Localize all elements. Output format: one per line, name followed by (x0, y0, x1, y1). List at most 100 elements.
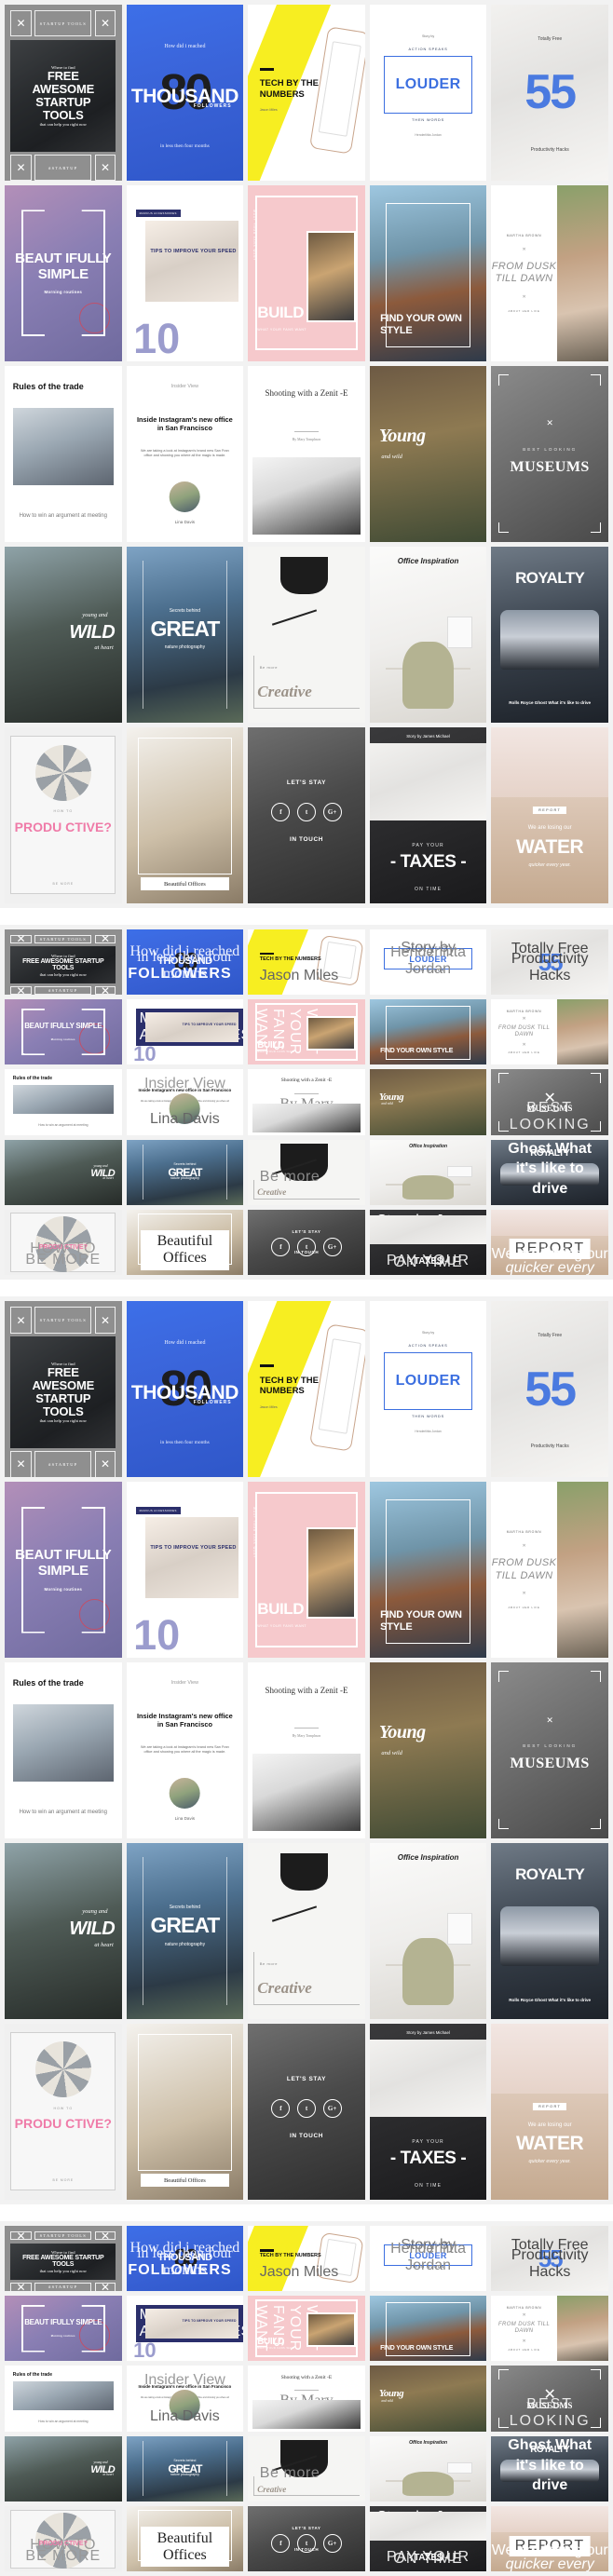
template-card-office-inspiration[interactable]: Office Inspiration (369, 1139, 487, 1205)
template-card-80-thousand[interactable]: How did i reached 80 THOUSAND FOLLOWERS in l… (126, 1301, 244, 1478)
template-card-best-looking-museums[interactable]: ✕ BEST LOOKING MUSEUMS (491, 2366, 608, 2432)
template-card-find-your-own-style[interactable]: FIND YOUR OWN STYLE (369, 2296, 487, 2362)
facebook-icon[interactable]: f (271, 802, 291, 821)
template-card-great-nature-photography[interactable]: Secrets behind GREAT nature photography (126, 1842, 244, 2019)
template-card-louder[interactable]: Story by ACTION SPEAKS LOUDER THEN WORDS… (369, 2225, 487, 2292)
template-card-55-productivity[interactable]: Totally Free 55 Productivity Hacks (491, 1301, 608, 1478)
template-card-be-more-creative[interactable]: Be more Creative (248, 1842, 365, 2019)
template-card-80-thousand[interactable]: How did i reached 80 THOUSAND FOLLOWERS in l… (126, 5, 244, 181)
template-card-office-inspiration[interactable]: Office Inspiration (369, 2435, 487, 2502)
template-card-royalty-rolls-royce[interactable]: ROYALTY Rolls Royce Ghost What it's like… (491, 546, 608, 723)
template-card-wild-at-heart[interactable]: young and WILD at heart (5, 546, 122, 723)
template-card-pay-your-taxes[interactable]: Story by James MichaelPAY YOUR- TAXES -O… (369, 726, 487, 903)
template-card-inside-instagram-office[interactable]: Insider View Inside Instagram's new offic… (126, 1069, 244, 1135)
template-card-pay-your-taxes[interactable]: Story by James MichaelPAY YOUR- TAXES -O… (369, 2023, 487, 2200)
template-card-tech-by-the-numbers[interactable]: TECH BY THE NUMBERS Jason Miles (248, 5, 365, 181)
template-card-80-thousand[interactable]: How did i reached 80 THOUSAND FOLLOWERS in l… (126, 2225, 244, 2292)
template-card-young-and-wild[interactable]: Young and wild (369, 1661, 487, 1838)
template-card-louder[interactable]: Story by ACTION SPEAKS LOUDER THEN WORDS… (369, 5, 487, 181)
template-card-how-to-productive[interactable]: HOW TO PRODU CTIVE? BE MORE (5, 2506, 122, 2572)
template-card-55-productivity[interactable]: Totally Free 55 Productivity Hacks (491, 2225, 608, 2292)
template-card-55-productivity[interactable]: Totally Free 55 Productivity Hacks (491, 5, 608, 181)
template-card-find-your-own-style[interactable]: FIND YOUR OWN STYLE (369, 184, 487, 361)
template-card-losing-our-water[interactable]: REPORT We are losing our WATER quicker ever… (491, 1209, 608, 1276)
template-card-10-tips-speed[interactable]: MARCUS ACCESSORIESTIPS TO IMPROVE YOUR S… (126, 2296, 244, 2362)
template-card-best-looking-museums[interactable]: ✕ BEST LOOKING MUSEUMS (491, 1661, 608, 1838)
template-card-from-dusk-till-dawn[interactable]: MARTHA BROWN ✕ FROM DUSK TILL DAWN ✕ ABO… (491, 2296, 608, 2362)
template-card-pay-your-taxes[interactable]: Story by James MichaelPAY YOUR- TAXES -O… (369, 1209, 487, 1276)
template-card-royalty-rolls-royce[interactable]: ROYALTY Rolls Royce Ghost What it's like… (491, 1842, 608, 2019)
template-card-startup-tools[interactable]: ✕ STARTUP TOOLS ✕ Where to find FREE AWE… (5, 1301, 122, 1478)
template-card-lets-stay-in-touch[interactable]: LET'S STAY f t G+ IN TOUCH (248, 726, 365, 903)
template-card-beautiful-offices[interactable]: Beautiful Offices (126, 2023, 244, 2200)
template-card-build[interactable]: WHAT YOUR FANS WANT BUILDWHAT YOUR FANS … (248, 184, 365, 361)
template-card-be-more-creative[interactable]: Be more Creative (248, 546, 365, 723)
template-card-office-inspiration[interactable]: Office Inspiration (369, 546, 487, 723)
template-card-beautifully-simple[interactable]: BEAUT IFULLY SIMPLE Morning routines (5, 2296, 122, 2362)
template-card-beautifully-simple[interactable]: BEAUT IFULLY SIMPLE Morning routines (5, 998, 122, 1065)
template-card-build[interactable]: WHAT YOUR FANS WANT BUILDWHAT YOUR FANS … (248, 998, 365, 1065)
template-card-royalty-rolls-royce[interactable]: ROYALTY Rolls Royce Ghost What it's like… (491, 1139, 608, 1205)
template-card-beautifully-simple[interactable]: BEAUT IFULLY SIMPLE Morning routines (5, 1482, 122, 1658)
template-card-losing-our-water[interactable]: REPORT We are losing our WATER quicker ever… (491, 726, 608, 903)
template-card-startup-tools[interactable]: ✕ STARTUP TOOLS ✕ Where to find FREE AWE… (5, 2225, 122, 2292)
twitter-icon[interactable]: t (296, 2099, 317, 2119)
template-card-great-nature-photography[interactable]: Secrets behind GREAT nature photography (126, 2435, 244, 2502)
template-card-shooting-zenit-e[interactable]: Shooting with a Zenit -E By Mary Tomphso… (248, 1661, 365, 1838)
template-card-how-to-productive[interactable]: HOW TO PRODU CTIVE? BE MORE (5, 726, 122, 903)
template-card-inside-instagram-office[interactable]: Insider View Inside Instagram's new offic… (126, 1661, 244, 1838)
template-card-find-your-own-style[interactable]: FIND YOUR OWN STYLE (369, 1482, 487, 1658)
template-card-tech-by-the-numbers[interactable]: TECH BY THE NUMBERS Jason Miles (248, 1301, 365, 1478)
template-card-10-tips-speed[interactable]: MARCUS ACCESSORIESTIPS TO IMPROVE YOUR S… (126, 998, 244, 1065)
template-card-royalty-rolls-royce[interactable]: ROYALTY Rolls Royce Ghost What it's like… (491, 2435, 608, 2502)
google-plus-icon[interactable]: G+ (322, 2099, 342, 2119)
template-card-losing-our-water[interactable]: REPORT We are losing our WATER quicker ever… (491, 2023, 608, 2200)
template-card-louder[interactable]: Story by ACTION SPEAKS LOUDER THEN WORDS… (369, 929, 487, 995)
template-card-be-more-creative[interactable]: Be more Creative (248, 2435, 365, 2502)
template-card-pay-your-taxes[interactable]: Story by James MichaelPAY YOUR- TAXES -O… (369, 2506, 487, 2572)
template-card-find-your-own-style[interactable]: FIND YOUR OWN STYLE (369, 998, 487, 1065)
template-card-best-looking-museums[interactable]: ✕ BEST LOOKING MUSEUMS (491, 365, 608, 542)
template-card-how-to-productive[interactable]: HOW TO PRODU CTIVE? BE MORE (5, 1209, 122, 1276)
template-card-rules-of-the-trade[interactable]: Rules of the trade How to win an argumen… (5, 1661, 122, 1838)
template-card-10-tips-speed[interactable]: MARCUS ACCESSORIESTIPS TO IMPROVE YOUR S… (126, 1482, 244, 1658)
template-card-55-productivity[interactable]: Totally Free 55 Productivity Hacks (491, 929, 608, 995)
template-card-from-dusk-till-dawn[interactable]: MARTHA BROWN ✕ FROM DUSK TILL DAWN ✕ ABO… (491, 998, 608, 1065)
template-card-best-looking-museums[interactable]: ✕ BEST LOOKING MUSEUMS (491, 1069, 608, 1135)
template-card-beautiful-offices[interactable]: Beautiful Offices (126, 1209, 244, 1276)
template-card-great-nature-photography[interactable]: Secrets behind GREAT nature photography (126, 1139, 244, 1205)
template-card-young-and-wild[interactable]: Young and wild (369, 2366, 487, 2432)
template-card-wild-at-heart[interactable]: young and WILD at heart (5, 1842, 122, 2019)
template-card-office-inspiration[interactable]: Office Inspiration (369, 1842, 487, 2019)
template-card-young-and-wild[interactable]: Young and wild (369, 1069, 487, 1135)
template-card-inside-instagram-office[interactable]: Insider View Inside Instagram's new offic… (126, 365, 244, 542)
facebook-icon[interactable]: f (271, 2099, 291, 2119)
template-card-rules-of-the-trade[interactable]: Rules of the trade How to win an argumen… (5, 365, 122, 542)
template-card-startup-tools[interactable]: ✕ STARTUP TOOLS ✕ Where to find FREE AWE… (5, 5, 122, 181)
template-card-10-tips-speed[interactable]: MARCUS ACCESSORIESTIPS TO IMPROVE YOUR S… (126, 184, 244, 361)
template-card-from-dusk-till-dawn[interactable]: MARTHA BROWN ✕ FROM DUSK TILL DAWN ✕ ABO… (491, 1482, 608, 1658)
template-card-shooting-zenit-e[interactable]: Shooting with a Zenit -E By Mary Tomphso… (248, 365, 365, 542)
template-card-tech-by-the-numbers[interactable]: TECH BY THE NUMBERS Jason Miles (248, 2225, 365, 2292)
template-card-tech-by-the-numbers[interactable]: TECH BY THE NUMBERS Jason Miles (248, 929, 365, 995)
template-card-louder[interactable]: Story by ACTION SPEAKS LOUDER THEN WORDS… (369, 1301, 487, 1478)
template-card-young-and-wild[interactable]: Young and wild (369, 365, 487, 542)
template-card-losing-our-water[interactable]: REPORT We are losing our WATER quicker ever… (491, 2506, 608, 2572)
template-card-be-more-creative[interactable]: Be more Creative (248, 1139, 365, 1205)
template-card-rules-of-the-trade[interactable]: Rules of the trade How to win an argumen… (5, 2366, 122, 2432)
template-card-startup-tools[interactable]: ✕ STARTUP TOOLS ✕ Where to find FREE AWE… (5, 929, 122, 995)
template-card-from-dusk-till-dawn[interactable]: MARTHA BROWN ✕ FROM DUSK TILL DAWN ✕ ABO… (491, 184, 608, 361)
template-card-inside-instagram-office[interactable]: Insider View Inside Instagram's new offic… (126, 2366, 244, 2432)
template-card-beautiful-offices[interactable]: Beautiful Offices (126, 2506, 244, 2572)
template-card-shooting-zenit-e[interactable]: Shooting with a Zenit -E By Mary Tomphso… (248, 2366, 365, 2432)
template-card-build[interactable]: WHAT YOUR FANS WANT BUILDWHAT YOUR FANS … (248, 1482, 365, 1658)
template-card-great-nature-photography[interactable]: Secrets behind GREAT nature photography (126, 546, 244, 723)
template-card-lets-stay-in-touch[interactable]: LET'S STAY f t G+ IN TOUCH (248, 2506, 365, 2572)
template-card-beautiful-offices[interactable]: Beautiful Offices (126, 726, 244, 903)
template-card-rules-of-the-trade[interactable]: Rules of the trade How to win an argumen… (5, 1069, 122, 1135)
template-card-lets-stay-in-touch[interactable]: LET'S STAY f t G+ IN TOUCH (248, 2023, 365, 2200)
twitter-icon[interactable]: t (296, 802, 317, 821)
template-card-lets-stay-in-touch[interactable]: LET'S STAY f t G+ IN TOUCH (248, 1209, 365, 1276)
template-card-shooting-zenit-e[interactable]: Shooting with a Zenit -E By Mary Tomphso… (248, 1069, 365, 1135)
template-card-how-to-productive[interactable]: HOW TO PRODU CTIVE? BE MORE (5, 2023, 122, 2200)
